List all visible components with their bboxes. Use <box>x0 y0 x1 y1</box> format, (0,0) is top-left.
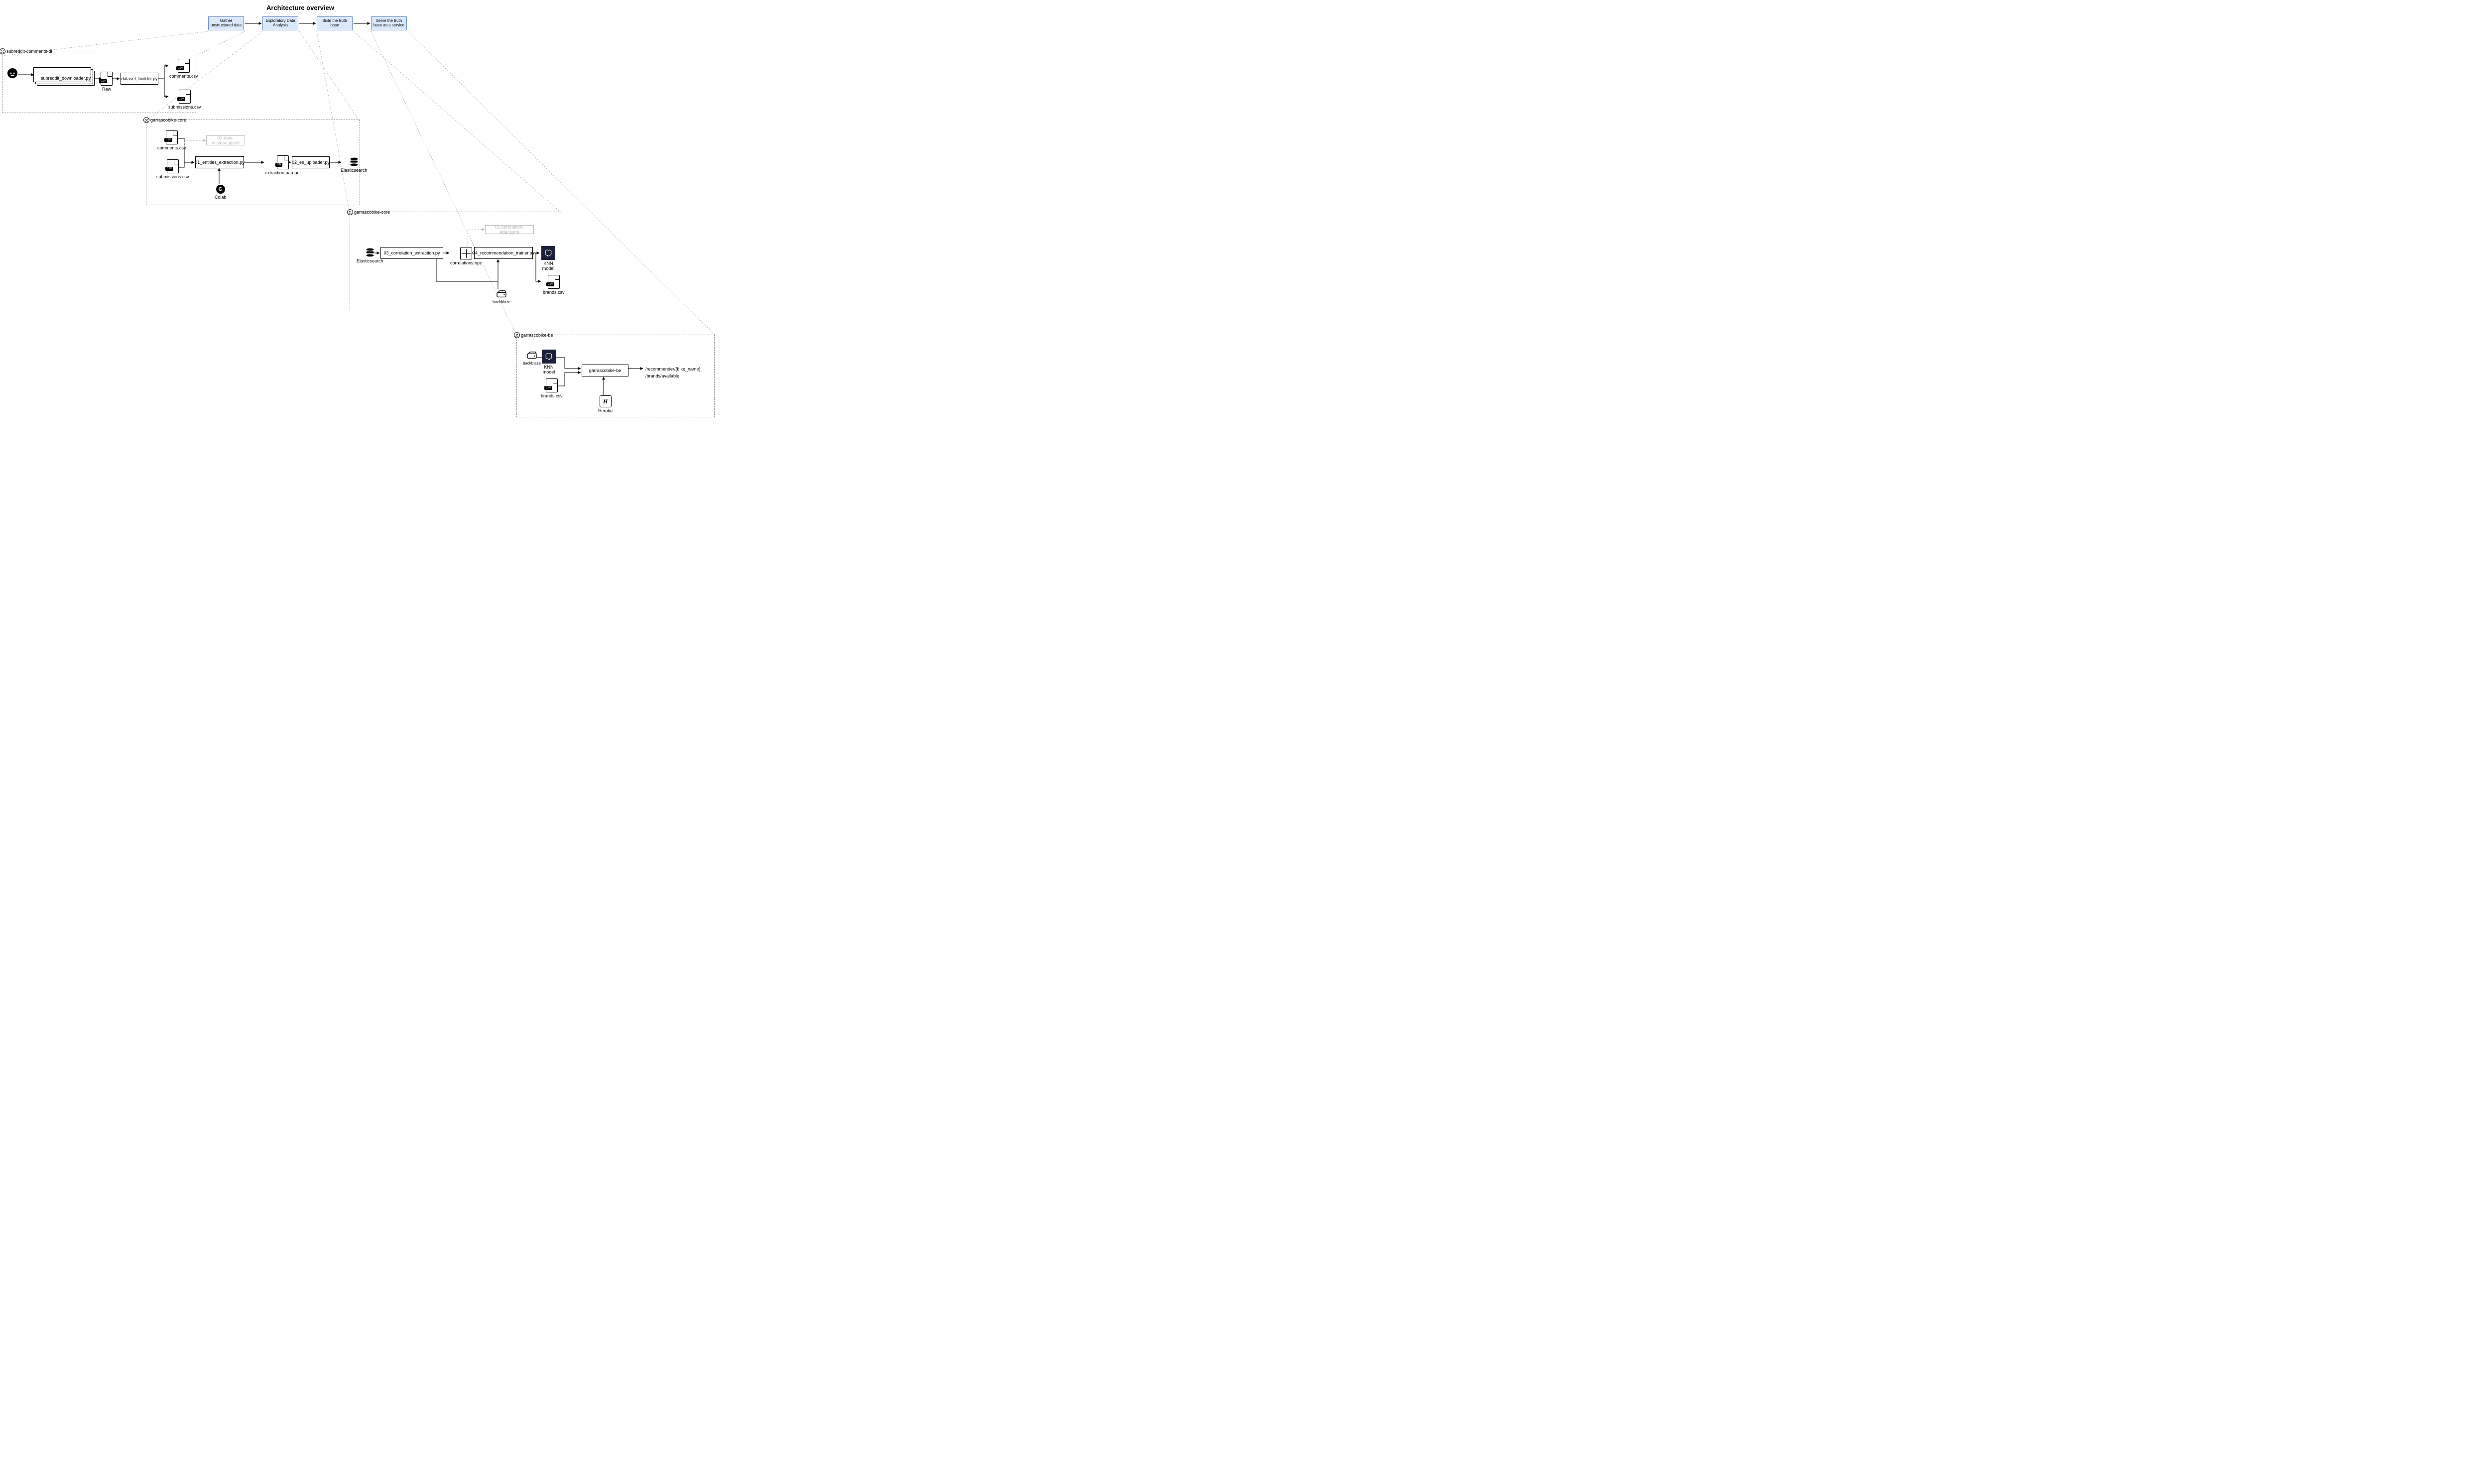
heroku-icon: H <box>600 395 612 407</box>
repo-name: garrascobike-core <box>150 118 186 123</box>
disk-icon <box>526 351 537 360</box>
stage-build: Build the truth base <box>317 16 353 30</box>
disk-icon <box>496 290 507 299</box>
bin-icon <box>277 155 289 169</box>
github-icon <box>514 332 520 338</box>
backblaze-node-2: backblaze <box>523 351 541 366</box>
elasticsearch-node-2: Elasticsearch <box>357 247 383 263</box>
file-submissions-csv: submissions.csv <box>168 90 201 110</box>
proc-data-mistreat-notebook: 01-data-mistreat.ipynb <box>206 135 245 145</box>
file-raw-csv: Raw <box>101 72 113 92</box>
node-label: Elasticsearch <box>341 168 368 173</box>
repo-chip: garrascobike-core <box>143 117 186 123</box>
knn-model-node: KNN model <box>540 246 556 271</box>
elasticsearch-icon <box>349 157 359 167</box>
proc-entities-extraction: 01_entities_extraction.py <box>195 156 244 168</box>
csv-icon <box>179 90 191 104</box>
file-label: Raw <box>102 87 111 92</box>
proc-garrascobike-be: garrascobike-be <box>582 365 628 376</box>
reddit-icon <box>7 68 18 79</box>
knn-model-node-2: KNN model <box>541 350 557 374</box>
github-icon <box>0 48 5 54</box>
csv-icon <box>178 59 190 73</box>
repo-chip: garrascobike-be <box>514 332 553 338</box>
proc-recommendation-trainer: 04_recommendation_trainer.py <box>474 247 533 259</box>
file-comments-csv: comments.csv <box>169 59 198 79</box>
elasticsearch-node-1: Elasticsearch <box>341 157 368 173</box>
node-label: KNN model <box>541 365 557 374</box>
csv-icon <box>546 378 558 392</box>
proc-correlation-extraction: 03_correlation_extraction.py <box>380 247 443 259</box>
file-label: submissions.csv <box>156 174 189 179</box>
endpoint-brands-available: /brands/available <box>645 372 701 379</box>
file-label: submissions.csv <box>168 105 201 110</box>
brain-icon <box>542 350 556 364</box>
architecture-diagram: Architecture overview Gather unstructure… <box>0 0 717 420</box>
file-label: correlations.npz <box>450 260 482 265</box>
node-label: Heroku <box>598 408 613 413</box>
github-icon <box>347 209 353 215</box>
file-brands-csv: brands.csv <box>543 275 565 295</box>
colab-icon: G <box>216 185 225 194</box>
proc-subreddit-downloader: subreddit_downloader.py <box>37 71 95 86</box>
repo-name: subreddit-comments-dl <box>6 49 52 54</box>
elasticsearch-icon <box>365 247 375 257</box>
matrix-icon <box>460 247 472 259</box>
file-brands-csv-2: brands.csv <box>541 378 563 398</box>
file-comments-csv-2: comments.csv <box>157 130 186 150</box>
node-label: Elasticsearch <box>357 258 383 263</box>
diagram-title: Architecture overview <box>266 4 334 11</box>
file-submissions-csv-2: submissions.csv <box>156 159 189 179</box>
endpoint-recommender: /recommender/{bike_name} <box>645 366 701 372</box>
github-icon <box>143 117 149 123</box>
api-endpoints: /recommender/{bike_name} /brands/availab… <box>645 366 701 380</box>
brain-icon <box>541 246 555 260</box>
repo-chip: subreddit-comments-dl <box>0 48 52 54</box>
csv-icon <box>166 130 178 144</box>
file-label: comments.csv <box>157 145 186 150</box>
file-label: brands.csv <box>543 290 565 295</box>
node-label: Colab <box>215 195 227 200</box>
repo-chip: garrascobike-core <box>347 209 390 215</box>
repo-name: garrascobike-core <box>354 210 390 215</box>
proc-es-uploader: 02_es_uploader.py <box>292 156 330 168</box>
node-label: backblaze <box>523 361 541 366</box>
csv-icon <box>101 72 113 86</box>
stage-gather: Gather unstructured data <box>208 16 244 30</box>
csv-icon <box>548 275 560 289</box>
proc-dataset-builder: dataset_builder.py <box>121 73 158 85</box>
node-label: KNN model <box>540 261 556 271</box>
file-label: comments.csv <box>169 74 198 79</box>
stage-eda: Exploratory Data Analysis <box>262 16 298 30</box>
colab-node: G Colab <box>215 185 227 200</box>
csv-icon <box>167 159 179 173</box>
backblaze-node-1: backblaze <box>493 290 510 304</box>
heroku-node: H Heroku <box>598 395 613 413</box>
stage-serve: Serve the truth base as a service <box>371 16 407 30</box>
file-label: brands.csv <box>541 393 563 398</box>
proc-correlation-eda-notebook: 01-correlation-eda.ipynb <box>485 225 534 234</box>
file-label: extraction.parquet <box>265 170 301 175</box>
node-label: backblaze <box>493 300 510 304</box>
repo-name: garrascobike-be <box>521 333 553 338</box>
